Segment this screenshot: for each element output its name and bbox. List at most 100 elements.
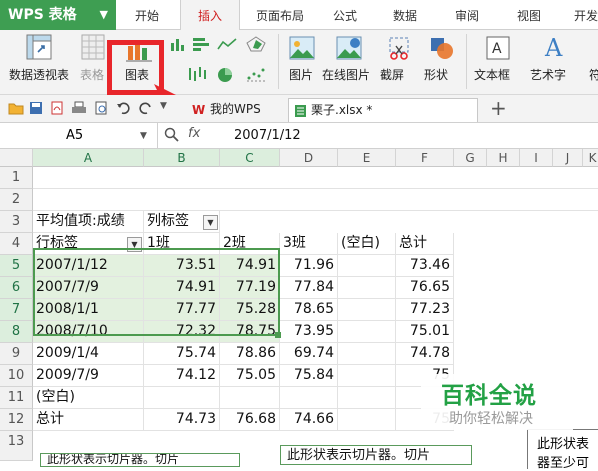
value-cell[interactable]: 74.12: [144, 365, 220, 387]
value-cell[interactable]: 73.51: [144, 255, 220, 277]
column-header-k[interactable]: K: [583, 149, 598, 167]
row-header-11[interactable]: 11: [0, 387, 33, 409]
value-cell[interactable]: 74.91: [144, 277, 220, 299]
value-cell[interactable]: 77.23: [396, 299, 454, 321]
print-icon[interactable]: [71, 100, 87, 119]
tab-page-layout[interactable]: 页面布局: [248, 0, 312, 30]
new-tab-plus-icon[interactable]: +: [490, 96, 507, 120]
slicer-placeholder-shape[interactable]: 此形状表示切片器。切片: [280, 445, 472, 465]
value-cell[interactable]: 76.65: [396, 277, 454, 299]
online-picture-button[interactable]: 在线图片: [322, 66, 370, 83]
fill-handle[interactable]: [275, 332, 281, 338]
header-cell[interactable]: (空白): [338, 233, 396, 255]
column-header-g[interactable]: G: [454, 149, 487, 167]
row-header-2[interactable]: 2: [0, 189, 33, 211]
screenshot-button[interactable]: 截屏: [380, 66, 404, 83]
value-cell[interactable]: 75.05: [220, 365, 280, 387]
value-cell[interactable]: 73.46: [396, 255, 454, 277]
value-cell[interactable]: 71.96: [280, 255, 338, 277]
value-cell[interactable]: 76.68: [220, 409, 280, 431]
row-header-13[interactable]: 13: [0, 431, 33, 461]
tab-formulas[interactable]: 公式: [322, 0, 368, 30]
tab-review[interactable]: 审阅: [444, 0, 490, 30]
row-header-4[interactable]: 4: [0, 233, 33, 255]
header-cell[interactable]: 1班: [144, 233, 220, 255]
value-cell[interactable]: 69.74: [280, 343, 338, 365]
value-cell[interactable]: [338, 365, 396, 387]
row-label-cell[interactable]: 总计: [33, 409, 144, 431]
row-label-cell[interactable]: 2009/7/9: [33, 365, 144, 387]
row-header-12[interactable]: 12: [0, 409, 33, 431]
symbol-button[interactable]: 符: [589, 66, 598, 83]
column-header-c[interactable]: C: [220, 149, 280, 167]
value-cell[interactable]: 74.78: [396, 343, 454, 365]
column-header-j[interactable]: J: [553, 149, 583, 167]
radar-chart-icon[interactable]: [244, 36, 268, 54]
column-header-b[interactable]: B: [144, 149, 220, 167]
slicer-placeholder-shape[interactable]: 此形状表示切片器。切片: [40, 453, 240, 467]
row-header-6[interactable]: 6: [0, 277, 33, 299]
column-header-a[interactable]: A: [33, 149, 144, 167]
row-label-cell[interactable]: (空白): [33, 387, 144, 409]
tab-data[interactable]: 数据: [382, 0, 428, 30]
value-cell[interactable]: [338, 409, 396, 431]
value-cell[interactable]: [338, 299, 396, 321]
row-label-cell[interactable]: 2008/1/1: [33, 299, 144, 321]
row-header-1[interactable]: 1: [0, 167, 33, 189]
value-cell[interactable]: [338, 277, 396, 299]
tab-home[interactable]: 开始: [124, 0, 170, 30]
column-header-f[interactable]: F: [396, 149, 454, 167]
row-header-8[interactable]: 8: [0, 321, 33, 343]
tab-developer[interactable]: 开发: [566, 0, 598, 30]
tab-workbook[interactable]: 栗子.xlsx *: [288, 98, 478, 122]
empty-row[interactable]: [33, 189, 598, 211]
value-cell[interactable]: 78.86: [220, 343, 280, 365]
row-header-10[interactable]: 10: [0, 365, 33, 387]
wordart-button[interactable]: 艺术字: [530, 66, 566, 83]
empty-row[interactable]: [33, 167, 598, 189]
value-cell[interactable]: 73.95: [280, 321, 338, 343]
column-chart-icon[interactable]: [168, 36, 186, 54]
value-cell[interactable]: 74.91: [220, 255, 280, 277]
undo-icon[interactable]: [116, 100, 130, 119]
value-cell[interactable]: 77.77: [144, 299, 220, 321]
column-header-i[interactable]: I: [520, 149, 553, 167]
zoom-search-icon[interactable]: [164, 127, 180, 147]
header-cell[interactable]: 2班: [220, 233, 280, 255]
formula-content[interactable]: 2007/1/12: [234, 123, 301, 148]
tab-my-wps[interactable]: W 我的WPS: [188, 98, 280, 122]
redo-icon[interactable]: [139, 100, 153, 119]
print-preview-icon[interactable]: [94, 100, 108, 119]
select-all-corner[interactable]: [0, 149, 33, 167]
row-label-cell[interactable]: 2007/7/9: [33, 277, 144, 299]
table-button[interactable]: 表格: [80, 66, 104, 83]
name-box-dropdown-icon[interactable]: ▼: [140, 131, 147, 141]
value-cell[interactable]: 75.28: [220, 299, 280, 321]
value-cell[interactable]: 72.32: [144, 321, 220, 343]
value-cell[interactable]: [338, 321, 396, 343]
scatter-chart-icon[interactable]: [244, 66, 268, 84]
pivot-table-button[interactable]: 数据透视表: [9, 66, 69, 83]
value-cell[interactable]: 75.01: [396, 321, 454, 343]
textbox-button[interactable]: 文本框: [474, 66, 510, 83]
pivot-value-title[interactable]: 平均值项:成绩: [33, 211, 144, 233]
row-header-7[interactable]: 7: [0, 299, 33, 321]
value-cell[interactable]: 77.19: [220, 277, 280, 299]
bar-chart-icon[interactable]: [190, 36, 212, 54]
line-chart-icon[interactable]: [216, 36, 238, 54]
column-header-h[interactable]: H: [487, 149, 520, 167]
row-label-cell[interactable]: 2009/1/4: [33, 343, 144, 365]
column-header-d[interactable]: D: [280, 149, 338, 167]
value-cell[interactable]: 75.84: [280, 365, 338, 387]
picture-button[interactable]: 图片: [289, 66, 313, 83]
row-header-9[interactable]: 9: [0, 343, 33, 365]
header-cell[interactable]: 总计: [396, 233, 454, 255]
value-cell[interactable]: 75.74: [144, 343, 220, 365]
value-cell[interactable]: 78.75: [220, 321, 280, 343]
column-header-e[interactable]: E: [338, 149, 396, 167]
value-cell[interactable]: 74.66: [280, 409, 338, 431]
value-cell[interactable]: [280, 387, 338, 409]
value-cell[interactable]: [338, 343, 396, 365]
value-cell[interactable]: 77.84: [280, 277, 338, 299]
value-cell[interactable]: 78.65: [280, 299, 338, 321]
